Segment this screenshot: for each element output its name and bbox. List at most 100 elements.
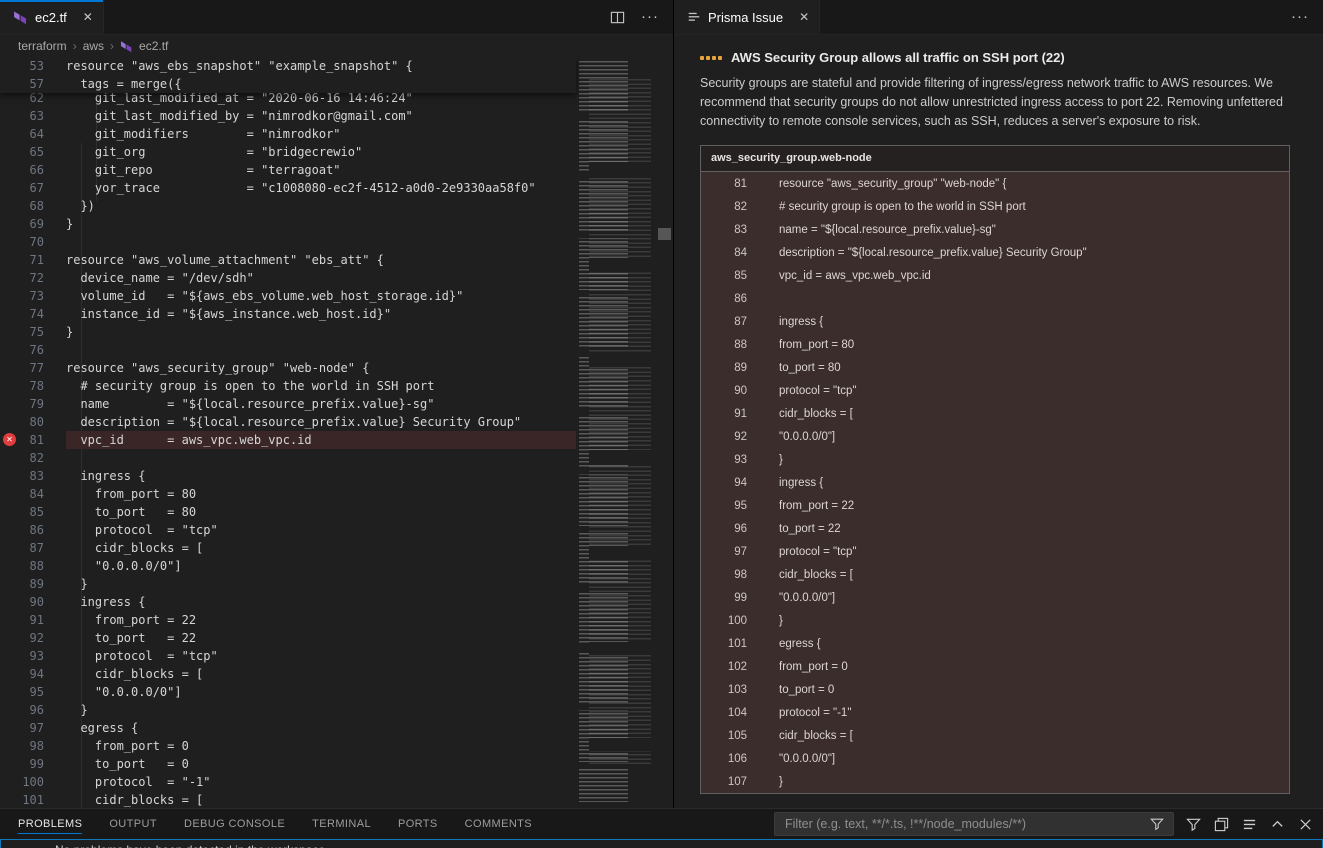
line-number: 100 bbox=[0, 773, 66, 791]
code-line[interactable]: 99 to_port = 0 bbox=[0, 755, 576, 773]
issue-code-line: 96to_port = 22 bbox=[701, 517, 1289, 540]
sticky-line[interactable]: 57 tags = merge({ bbox=[0, 75, 576, 93]
line-number: 84 bbox=[701, 247, 747, 259]
editor-group-right: Prisma Issue ✕ ··· AWS Security Group al… bbox=[674, 0, 1323, 808]
more-actions-icon[interactable]: ··· bbox=[1291, 12, 1309, 22]
code-line[interactable]: 74 instance_id = "${aws_instance.web_hos… bbox=[0, 305, 576, 323]
code-editor[interactable]: 62 git_last_modified_at = "2020-06-16 14… bbox=[0, 57, 673, 808]
code-line[interactable]: 98 from_port = 0 bbox=[0, 737, 576, 755]
line-number: 101 bbox=[0, 791, 66, 808]
breadcrumb-item-aws[interactable]: aws bbox=[83, 39, 104, 53]
code-line[interactable]: 66 git_repo = "terragoat" bbox=[0, 161, 576, 179]
code-line[interactable]: 77resource "aws_security_group" "web-nod… bbox=[0, 359, 576, 377]
code-line[interactable]: 84 from_port = 80 bbox=[0, 485, 576, 503]
view-as-list-icon[interactable] bbox=[1240, 815, 1258, 833]
code-line[interactable]: 100 protocol = "-1" bbox=[0, 773, 576, 791]
code-text: device_name = "/dev/sdh" bbox=[66, 269, 576, 287]
code-line[interactable]: 64 git_modifiers = "nimrodkor" bbox=[0, 125, 576, 143]
code-text: } bbox=[779, 776, 783, 788]
code-line[interactable]: 78 # security group is open to the world… bbox=[0, 377, 576, 395]
line-number: 93 bbox=[701, 454, 747, 466]
more-actions-icon[interactable]: ··· bbox=[641, 12, 659, 22]
code-line[interactable]: 88 "0.0.0.0/0"] bbox=[0, 557, 576, 575]
sticky-line[interactable]: 53 resource "aws_ebs_snapshot" "example_… bbox=[0, 57, 576, 75]
line-number: 101 bbox=[701, 638, 747, 650]
code-line[interactable]: 80 description = "${local.resource_prefi… bbox=[0, 413, 576, 431]
close-icon[interactable]: ✕ bbox=[799, 11, 809, 23]
filter-input[interactable] bbox=[783, 816, 1148, 832]
code-line[interactable]: 87 cidr_blocks = [ bbox=[0, 539, 576, 557]
code-text: ingress { bbox=[779, 316, 823, 328]
line-number: 79 bbox=[0, 395, 66, 413]
panel-tab-problems[interactable]: PROBLEMS bbox=[18, 811, 82, 837]
editor-scrollbar[interactable] bbox=[656, 57, 673, 808]
panel-tab-ports[interactable]: PORTS bbox=[398, 811, 438, 837]
code-line[interactable]: 82 bbox=[0, 449, 576, 467]
code-line[interactable]: 65 git_org = "bridgecrewio" bbox=[0, 143, 576, 161]
code-line[interactable]: 70 bbox=[0, 233, 576, 251]
code-line[interactable]: 76 bbox=[0, 341, 576, 359]
code-line[interactable]: 94 cidr_blocks = [ bbox=[0, 665, 576, 683]
close-icon[interactable]: ✕ bbox=[83, 11, 93, 23]
line-number: 103 bbox=[701, 684, 747, 696]
code-line[interactable]: 92 to_port = 22 bbox=[0, 629, 576, 647]
code-line[interactable]: 90 ingress { bbox=[0, 593, 576, 611]
code-line[interactable]: 81 vpc_id = aws_vpc.web_vpc.id✕ bbox=[0, 431, 576, 449]
panel-tab-terminal[interactable]: TERMINAL bbox=[312, 811, 371, 837]
code-line[interactable]: 97 egress { bbox=[0, 719, 576, 737]
close-icon[interactable] bbox=[1296, 815, 1314, 833]
collapse-all-icon[interactable] bbox=[1212, 815, 1230, 833]
issue-code-line: 106"0.0.0.0/0"] bbox=[701, 747, 1289, 770]
issue-code-line: 83name = "${local.resource_prefix.value}… bbox=[701, 218, 1289, 241]
line-number: 78 bbox=[0, 377, 66, 395]
issue-code-line: 97protocol = "tcp" bbox=[701, 540, 1289, 563]
breadcrumb-item-terraform[interactable]: terraform bbox=[18, 39, 67, 53]
code-line[interactable]: 75} bbox=[0, 323, 576, 341]
code-line[interactable]: 85 to_port = 80 bbox=[0, 503, 576, 521]
code-line[interactable]: 73 volume_id = "${aws_ebs_volume.web_hos… bbox=[0, 287, 576, 305]
minimap-texture bbox=[589, 79, 651, 766]
breadcrumb-item-file[interactable]: ec2.tf bbox=[139, 39, 168, 53]
line-number: 92 bbox=[0, 629, 66, 647]
issue-code-line: 95from_port = 22 bbox=[701, 494, 1289, 517]
code-line[interactable]: 89 } bbox=[0, 575, 576, 593]
panel-tab-debug-console[interactable]: DEBUG CONSOLE bbox=[184, 811, 285, 837]
panel-tab-output[interactable]: OUTPUT bbox=[109, 811, 157, 837]
code-line[interactable]: 68 }) bbox=[0, 197, 576, 215]
line-number: 96 bbox=[0, 701, 66, 719]
tab-ec2-tf[interactable]: ec2.tf ✕ bbox=[0, 0, 104, 34]
line-number: 102 bbox=[701, 661, 747, 673]
code-text: cidr_blocks = [ bbox=[779, 408, 853, 420]
left-editor-actions: ··· bbox=[608, 0, 673, 34]
code-line[interactable]: 67 yor_trace = "c1008080-ec2f-4512-a0d0-… bbox=[0, 179, 576, 197]
line-number: 82 bbox=[701, 201, 747, 213]
code-line[interactable]: 95 "0.0.0.0/0"] bbox=[0, 683, 576, 701]
line-number: 86 bbox=[701, 293, 747, 305]
code-line[interactable]: 71resource "aws_volume_attachment" "ebs_… bbox=[0, 251, 576, 269]
code-text: resource "aws_ebs_snapshot" "example_sna… bbox=[66, 57, 576, 75]
filter-funnel-icon[interactable] bbox=[1184, 815, 1202, 833]
code-text: } bbox=[66, 701, 576, 719]
code-line[interactable]: 72 device_name = "/dev/sdh" bbox=[0, 269, 576, 287]
issue-code-line: 84description = "${local.resource_prefix… bbox=[701, 241, 1289, 264]
code-line[interactable]: 96 } bbox=[0, 701, 576, 719]
code-line[interactable]: 69} bbox=[0, 215, 576, 233]
code-line[interactable]: 101 cidr_blocks = [ bbox=[0, 791, 576, 808]
code-line[interactable]: 91 from_port = 22 bbox=[0, 611, 576, 629]
split-editor-icon[interactable] bbox=[608, 8, 626, 26]
error-icon[interactable]: ✕ bbox=[3, 433, 16, 446]
code-line[interactable]: 93 protocol = "tcp" bbox=[0, 647, 576, 665]
panel-tab-comments[interactable]: COMMENTS bbox=[465, 811, 532, 837]
code-line[interactable]: 86 protocol = "tcp" bbox=[0, 521, 576, 539]
chevron-up-icon[interactable] bbox=[1268, 815, 1286, 833]
code-line[interactable]: 79 name = "${local.resource_prefix.value… bbox=[0, 395, 576, 413]
filter-funnel-icon[interactable] bbox=[1148, 815, 1166, 833]
minimap[interactable] bbox=[576, 57, 656, 808]
line-number: 69 bbox=[0, 215, 66, 233]
scrollbar-thumb[interactable] bbox=[658, 228, 671, 240]
code-line[interactable]: 83 ingress { bbox=[0, 467, 576, 485]
code-text: from_port = 0 bbox=[66, 737, 576, 755]
tab-prisma-issue[interactable]: Prisma Issue ✕ bbox=[674, 0, 820, 34]
code-line[interactable]: 63 git_last_modified_by = "nimrodkor@gma… bbox=[0, 107, 576, 125]
code-text: name = "${local.resource_prefix.value}-s… bbox=[779, 224, 996, 236]
